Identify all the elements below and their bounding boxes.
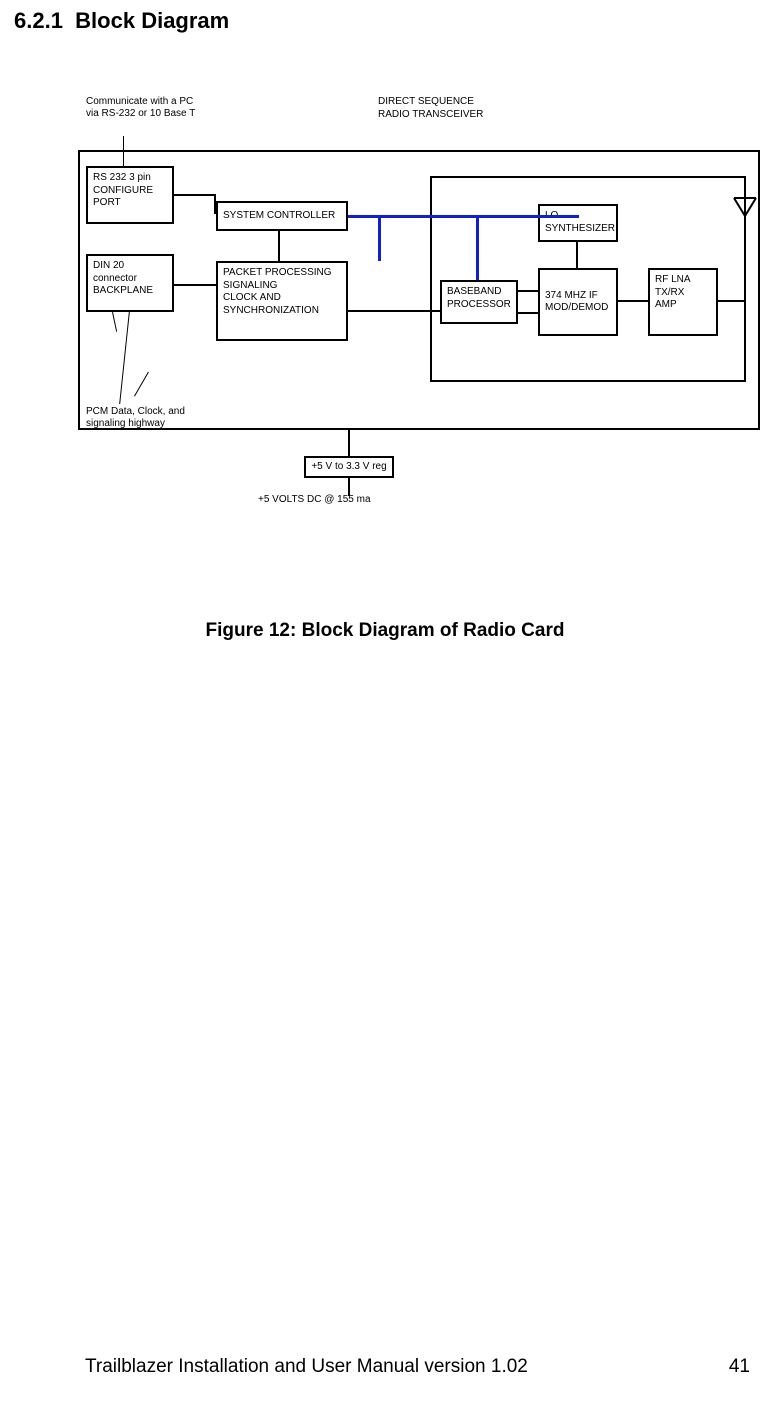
block-lo-synthesizer: LO SYNTHESIZER: [538, 204, 618, 242]
block-packet-processing: PACKET PROCESSING SIGNALING CLOCK AND SY…: [216, 261, 348, 341]
block-if-mod-demod: 374 MHZ IF MOD/DEMOD: [538, 268, 618, 336]
note-pcm: PCM Data, Clock, and signaling highway: [86, 406, 196, 430]
bus-line: [378, 215, 381, 261]
connector-line: [518, 290, 538, 292]
connector-line: [576, 242, 578, 268]
antenna-icon: [732, 196, 758, 268]
connector-line: [174, 194, 216, 196]
connector-line: [618, 300, 648, 302]
bus-line: [476, 215, 479, 280]
block-rf-lna-amp: RF LNA TX/RX AMP: [648, 268, 718, 336]
leader-line: [123, 136, 124, 166]
block-voltage-regulator: +5 V to 3.3 V reg: [304, 456, 394, 478]
connector-line: [278, 231, 280, 261]
transceiver-group-label: DIRECT SEQUENCE RADIO TRANSCEIVER: [378, 96, 483, 121]
block-diagram: DIRECT SEQUENCE RADIO TRANSCEIVER Commun…: [78, 96, 758, 516]
bus-line: [576, 215, 579, 218]
connector-line: [718, 300, 744, 302]
connector-line: [174, 284, 216, 286]
connector-line: [348, 478, 350, 496]
section-number: 6.2.1: [14, 8, 63, 33]
figure-caption: Figure 12: Block Diagram of Radio Card: [0, 620, 770, 642]
block-baseband-processor: BASEBAND PROCESSOR: [440, 280, 518, 324]
block-system-controller: SYSTEM CONTROLLER: [216, 201, 348, 231]
connector-line: [744, 266, 746, 302]
block-config-port: RS 232 3 pin CONFIGURE PORT: [86, 166, 174, 224]
block-backplane: DIN 20 connector BACKPLANE: [86, 254, 174, 312]
power-input-label: +5 VOLTS DC @ 155 ma: [258, 494, 371, 505]
footer-doc-title: Trailblazer Installation and User Manual…: [85, 1356, 528, 1378]
connector-line: [214, 194, 216, 214]
footer-page-number: 41: [729, 1356, 750, 1378]
connector-line: [348, 430, 350, 456]
note-communicate: Communicate with a PC via RS-232 or 10 B…: [86, 96, 196, 120]
connector-line: [348, 310, 440, 312]
connector-line: [518, 312, 538, 314]
section-heading: 6.2.1 Block Diagram: [14, 8, 229, 34]
page-footer: Trailblazer Installation and User Manual…: [85, 1356, 750, 1378]
section-title-text: Block Diagram: [75, 8, 229, 33]
bus-line: [348, 215, 578, 218]
